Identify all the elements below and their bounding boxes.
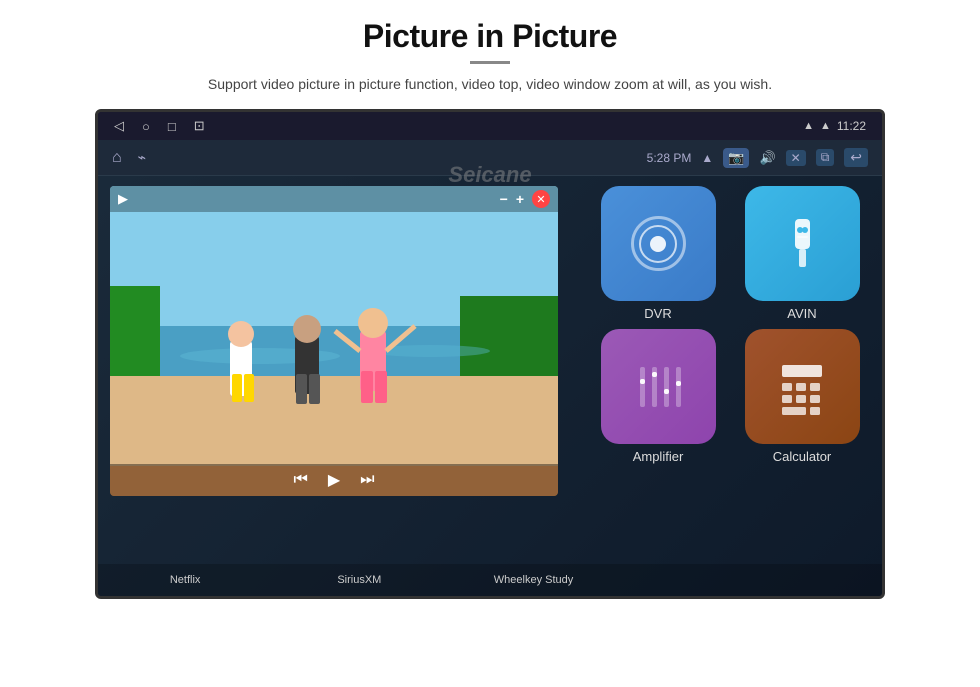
- toolbar-right: 5:28 PM ▲ 📷 🔊 ✕ ⧉ ↩: [647, 148, 868, 168]
- android-toolbar: ⌂ ⌁ 5:28 PM ▲ 📷 🔊 ✕ ⧉ ↩: [98, 140, 882, 176]
- avin-icon-box: [745, 186, 860, 301]
- subtitle: Support video picture in picture functio…: [208, 74, 772, 95]
- dvr-app[interactable]: DVR: [590, 186, 726, 321]
- siriusxm-bottom-label: SiriusXM: [272, 574, 446, 586]
- pip-prev-btn[interactable]: ⏮: [293, 471, 307, 489]
- avin-svg: [775, 214, 830, 274]
- beach-scene-svg: [110, 186, 558, 496]
- pip-play-btn[interactable]: ▶: [328, 470, 340, 490]
- calculator-svg: [772, 357, 832, 417]
- dvr-inner-ring: [639, 225, 677, 263]
- pip-next-btn[interactable]: ⏭: [360, 471, 374, 489]
- pip-bottom-controls: ⏮ ▶ ⏭: [110, 464, 558, 496]
- wheelkey-bottom-label: Wheelkey Study: [446, 574, 620, 586]
- page-container: Picture in Picture Seicane Support video…: [0, 0, 980, 687]
- netflix-bottom-label: Netflix: [98, 574, 272, 586]
- dvr-icon-box: [601, 186, 716, 301]
- dvr-label: DVR: [644, 306, 671, 321]
- pip-video-content: [110, 186, 558, 496]
- android-nav-bar: ◁ ○ □ ⊡ ▲ ▲ 11:22: [98, 112, 882, 140]
- nav-back-btn[interactable]: ◁: [114, 118, 124, 134]
- calculator-label: Calculator: [773, 449, 832, 464]
- toolbar-left: ⌂ ⌁: [112, 149, 146, 167]
- pip-expand-btn[interactable]: +: [516, 191, 524, 207]
- amplifier-app[interactable]: Amplifier: [590, 329, 726, 464]
- status-right: ▲ ▲ 11:22: [803, 119, 866, 133]
- pip-window[interactable]: ▶ − + ✕ ⏮ ▶ ⏭: [110, 186, 558, 496]
- wifi-icon: ▲: [803, 120, 814, 132]
- amplifier-icon-box: [601, 329, 716, 444]
- pip-top-bar: ▶ − + ✕: [110, 186, 558, 212]
- calculator-icon-box: [745, 329, 860, 444]
- amplifier-svg: [628, 357, 688, 417]
- pip-video-icon: ▶: [118, 191, 128, 207]
- home-icon[interactable]: ⌂: [112, 149, 122, 167]
- title-section: Picture in Picture: [363, 0, 617, 74]
- amplifier-label: Amplifier: [633, 449, 684, 464]
- volume-icon[interactable]: 🔊: [759, 150, 775, 166]
- nav-home-btn[interactable]: ○: [142, 119, 150, 134]
- avin-app[interactable]: AVIN: [734, 186, 870, 321]
- dvr-outer-ring: [631, 216, 686, 271]
- pip-close-icon: ✕: [536, 193, 545, 206]
- nav-extra-btn[interactable]: ⊡: [194, 118, 205, 134]
- status-time: 11:22: [837, 119, 866, 133]
- device-frame: ◁ ○ □ ⊡ ▲ ▲ 11:22 ⌂ ⌁ 5:28 PM ▲ 📷 🔊: [95, 109, 885, 599]
- avin-label: AVIN: [787, 306, 816, 321]
- camera-icon[interactable]: 📷: [723, 148, 749, 168]
- back-icon[interactable]: ↩: [844, 148, 868, 167]
- pip-close-btn[interactable]: ✕: [532, 190, 550, 208]
- usb-icon[interactable]: ⌁: [138, 149, 146, 166]
- page-title: Picture in Picture: [363, 18, 617, 55]
- close-icon[interactable]: ✕: [786, 150, 806, 166]
- title-divider: [470, 61, 510, 64]
- wifi-status-icon: ▲: [701, 151, 713, 165]
- pip-controls: − + ✕: [500, 186, 558, 212]
- app-area: ▶ − + ✕ ⏮ ▶ ⏭: [98, 176, 882, 596]
- nav-buttons: ◁ ○ □ ⊡: [114, 118, 205, 134]
- clone-icon[interactable]: ⧉: [816, 149, 835, 166]
- nav-recents-btn[interactable]: □: [168, 119, 176, 134]
- dvr-dot: [650, 236, 666, 252]
- signal-icon: ▲: [820, 120, 831, 132]
- calculator-app[interactable]: Calculator: [734, 329, 870, 464]
- right-app-grid: DVR AVIN: [590, 186, 870, 464]
- toolbar-time: 5:28 PM: [647, 151, 692, 165]
- bottom-labels-row: Netflix SiriusXM Wheelkey Study: [98, 564, 882, 596]
- pip-minimize-btn[interactable]: −: [500, 191, 508, 207]
